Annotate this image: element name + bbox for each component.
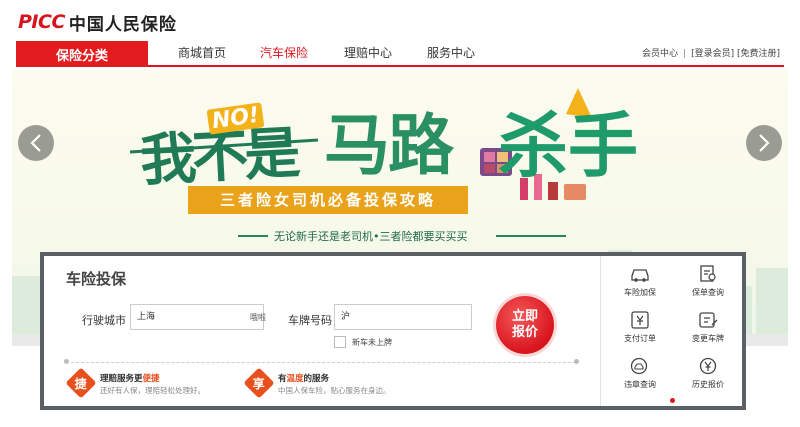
pagination-dot[interactable]	[670, 398, 675, 403]
side-label-violation-search: 违章查询	[624, 380, 656, 389]
feature-title-highlight: 温度	[286, 374, 304, 384]
login-link[interactable]: [登录会员]	[691, 49, 734, 59]
main-navbar: 保险分类 商城首页 汽车保险 理赔中心 服务中心 会员中心 | [登录会员] [免费…	[16, 41, 784, 67]
car-insurance-quote-panel: 车险投保 行驶城市 上海 哦啦 车牌号码 沪 新车未上牌 立即 报价 捷 理赔服…	[40, 252, 746, 410]
plate-label: 车牌号码	[288, 314, 332, 327]
history-price-icon	[699, 357, 717, 375]
feature-title-fast: 理赔服务更便捷	[100, 372, 160, 384]
chevron-left-icon	[30, 134, 41, 152]
side-item-violation-search[interactable]: 违章查询	[607, 356, 673, 396]
feature-title-prefix: 理赔服务更	[100, 374, 143, 384]
badge-text-warm: 享	[252, 376, 266, 391]
side-item-history-price[interactable]: 历史报价	[675, 356, 741, 396]
side-item-add-coverage[interactable]: 车险加保	[607, 264, 673, 304]
tagline-line-left	[238, 235, 268, 237]
feature-badge-fast: 捷	[65, 367, 97, 399]
side-label-add-coverage: 车险加保	[624, 288, 656, 297]
policy-search-icon	[700, 265, 716, 282]
member-center-link[interactable]: 会员中心	[642, 49, 678, 59]
banner-next-button[interactable]	[746, 125, 782, 161]
side-item-payment[interactable]: 支付订单	[607, 310, 673, 350]
feature-title-warm: 有温度的服务	[278, 372, 329, 384]
register-link[interactable]: [免费注册]	[737, 49, 780, 59]
picc-logo[interactable]: PICC 中国人民保险	[18, 10, 177, 35]
panel-title: 车险投保	[66, 270, 127, 288]
city-tag: 哦啦	[250, 313, 266, 322]
instant-quote-button[interactable]: 立即 报价	[496, 296, 554, 354]
side-item-policy-search[interactable]: 保单查询	[675, 264, 741, 304]
banner-tagline: 无论新手还是老司机•三者险都要买买买	[274, 230, 468, 243]
account-links: 会员中心 | [登录会员] [免费注册]	[642, 41, 780, 65]
feature-title-prefix: 有	[278, 374, 287, 384]
feature-desc-fast: 还好有人保，理赔轻松处理好。	[100, 386, 205, 395]
plate-number-input[interactable]: 沪	[334, 304, 472, 330]
car-icon	[631, 269, 649, 282]
plate-change-icon	[699, 312, 718, 328]
side-label-plate-change: 变更车牌	[692, 334, 724, 343]
new-car-checkbox[interactable]	[334, 336, 346, 348]
city-label: 行驶城市	[82, 314, 126, 327]
banner-prev-button[interactable]	[18, 125, 54, 161]
quote-button-line-2: 报价	[511, 325, 538, 340]
side-item-plate-change[interactable]: 变更车牌	[675, 310, 741, 350]
feature-badge-warm: 享	[243, 367, 275, 399]
headline-part-2: 马路	[324, 107, 454, 184]
payment-icon	[631, 311, 649, 329]
feature-title-suffix: 的服务	[303, 374, 330, 384]
badge-text-fast: 捷	[74, 376, 88, 391]
quote-button-line-1: 立即	[511, 309, 538, 324]
nav-item-home[interactable]: 商城首页	[178, 41, 226, 65]
side-label-payment: 支付订单	[624, 334, 656, 343]
logo-name: 中国人民保险	[68, 14, 177, 35]
side-label-policy-search: 保单查询	[692, 288, 724, 297]
feature-desc-warm: 中国人保车险，贴心服务在身边。	[278, 386, 391, 395]
divider-dot-right	[574, 359, 579, 364]
feature-title-highlight: 便捷	[142, 374, 160, 384]
nav-item-car-insurance[interactable]: 汽车保险	[260, 41, 308, 65]
new-car-label: 新车未上牌	[352, 338, 392, 347]
quick-service-menu: 车险加保 保单查询 支付订单 变更车牌 违章查询 历史报价	[600, 256, 746, 406]
banner-subtitle: 三者险女司机必备投保攻略	[188, 186, 468, 214]
side-label-history-price: 历史报价	[692, 380, 724, 389]
violation-search-icon	[630, 357, 648, 375]
nav-item-claims[interactable]: 理赔中心	[344, 41, 392, 65]
nav-separator: |	[683, 49, 687, 59]
city-select[interactable]: 上海	[130, 304, 264, 330]
insurance-category-button[interactable]: 保险分类	[16, 41, 148, 67]
logo-mark: PICC	[18, 11, 65, 33]
chevron-right-icon	[759, 134, 770, 152]
dashed-divider	[66, 362, 576, 363]
tagline-line-right	[496, 235, 566, 237]
headline-part-3: 杀手	[498, 105, 638, 187]
nav-item-service[interactable]: 服务中心	[427, 41, 475, 65]
